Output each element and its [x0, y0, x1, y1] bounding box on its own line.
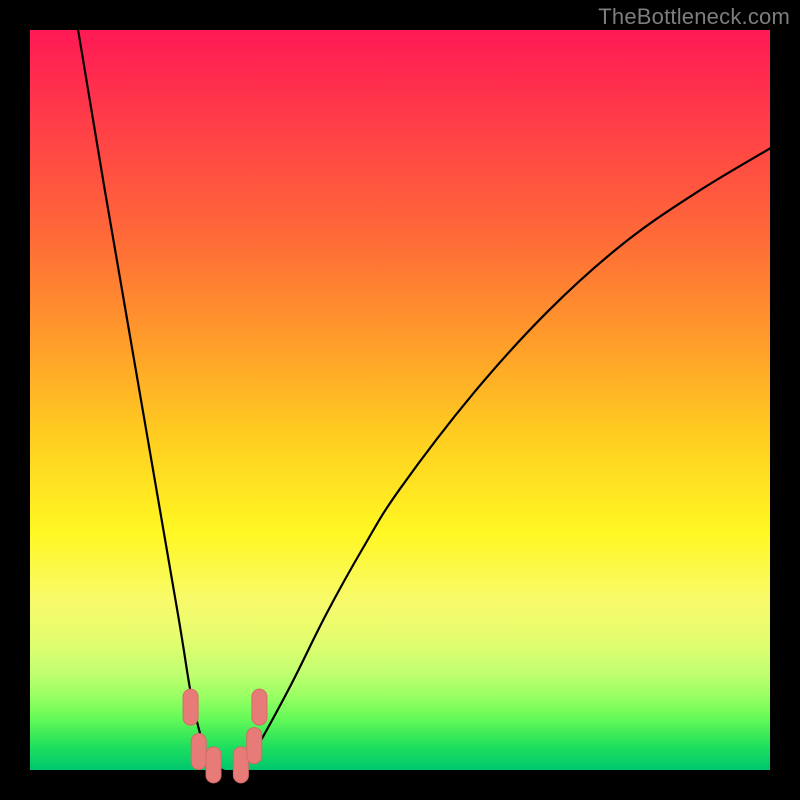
curve-marker — [206, 747, 221, 783]
chart-overlay — [30, 30, 770, 770]
chart-container: TheBottleneck.com — [0, 0, 800, 800]
curve-marker — [252, 689, 267, 725]
curve-marker — [247, 728, 262, 764]
watermark-text: TheBottleneck.com — [598, 4, 790, 30]
curve-marker — [183, 689, 198, 725]
curve-marker — [191, 734, 206, 770]
curve-markers — [183, 689, 267, 783]
curve-marker — [233, 747, 248, 783]
bottleneck-curve — [78, 30, 770, 772]
